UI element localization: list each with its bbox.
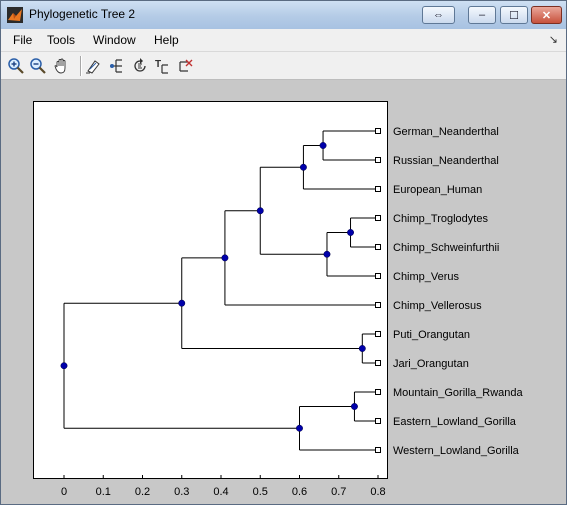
x-tick-label: 0.8 (370, 486, 385, 498)
tree-internal-node[interactable] (358, 345, 366, 352)
phylogenetic-tree-plot: German_Neanderthal Russian_Neanderthal Eur… (60, 126, 524, 498)
leaf-label[interactable]: German_Neanderthal (393, 126, 499, 138)
leaf-label[interactable]: Chimp_Verus (393, 271, 460, 283)
x-tick-label: 0.5 (253, 486, 268, 498)
tree-internal-node[interactable] (299, 163, 307, 171)
leaf-label[interactable]: Eastern_Lowland_Gorilla (393, 416, 517, 428)
tree-leaf-node[interactable] (375, 331, 381, 337)
leaf-label[interactable]: Jari_Orangutan (393, 358, 469, 370)
tree-internal-node[interactable] (178, 299, 186, 307)
tree-internal-node[interactable] (347, 229, 354, 236)
tree-leaf-node[interactable] (375, 157, 381, 163)
tree-leaf-node[interactable] (375, 389, 381, 395)
tree-leaf-node[interactable] (375, 302, 381, 308)
leaf-label[interactable]: Western_Lowland_Gorilla (393, 445, 520, 457)
x-tick-label: 0.3 (174, 486, 189, 498)
tree-internal-node[interactable] (323, 250, 331, 258)
x-tick-label: 0 (61, 486, 67, 498)
x-tick-label: 0.6 (292, 486, 307, 498)
leaf-label[interactable]: Chimp_Vellerosus (393, 300, 482, 312)
tree-leaf-node[interactable] (375, 186, 381, 192)
x-tick-label: 0.1 (96, 486, 111, 498)
tree-internal-node[interactable] (256, 207, 264, 215)
tree-leaf-node[interactable] (375, 215, 381, 221)
figure-window: Phylogenetic Tree 2 ⇔ – ☐ ✕ File Tools W… (0, 0, 567, 505)
tree-internal-node[interactable] (319, 142, 327, 149)
x-tick-label: 0.2 (135, 486, 150, 498)
leaf-label[interactable]: Chimp_Schweinfurthii (393, 242, 499, 254)
tree-internal-node[interactable] (296, 424, 303, 432)
x-tick-label: 0.4 (213, 486, 228, 498)
tree-leaf-node[interactable] (375, 418, 381, 424)
leaf-label[interactable]: Russian_Neanderthal (393, 155, 499, 167)
tree-leaf-node[interactable] (375, 447, 381, 453)
x-tick-label: 0.7 (331, 486, 346, 498)
tree-leaf-node[interactable] (375, 128, 381, 134)
leaf-label[interactable]: European_Human (393, 184, 482, 196)
leaf-label[interactable]: Mountain_Gorilla_Rwanda (393, 387, 524, 399)
tree-leaf-node[interactable] (375, 244, 381, 250)
tree-leaf-node[interactable] (375, 273, 381, 279)
tree-internal-node[interactable] (60, 362, 68, 370)
leaf-label[interactable]: Puti_Orangutan (393, 329, 470, 341)
tree-internal-node[interactable] (351, 403, 358, 410)
leaf-label[interactable]: Chimp_Troglodytes (393, 213, 488, 225)
tree-leaf-node[interactable] (375, 360, 381, 366)
tree-internal-node[interactable] (221, 254, 229, 262)
